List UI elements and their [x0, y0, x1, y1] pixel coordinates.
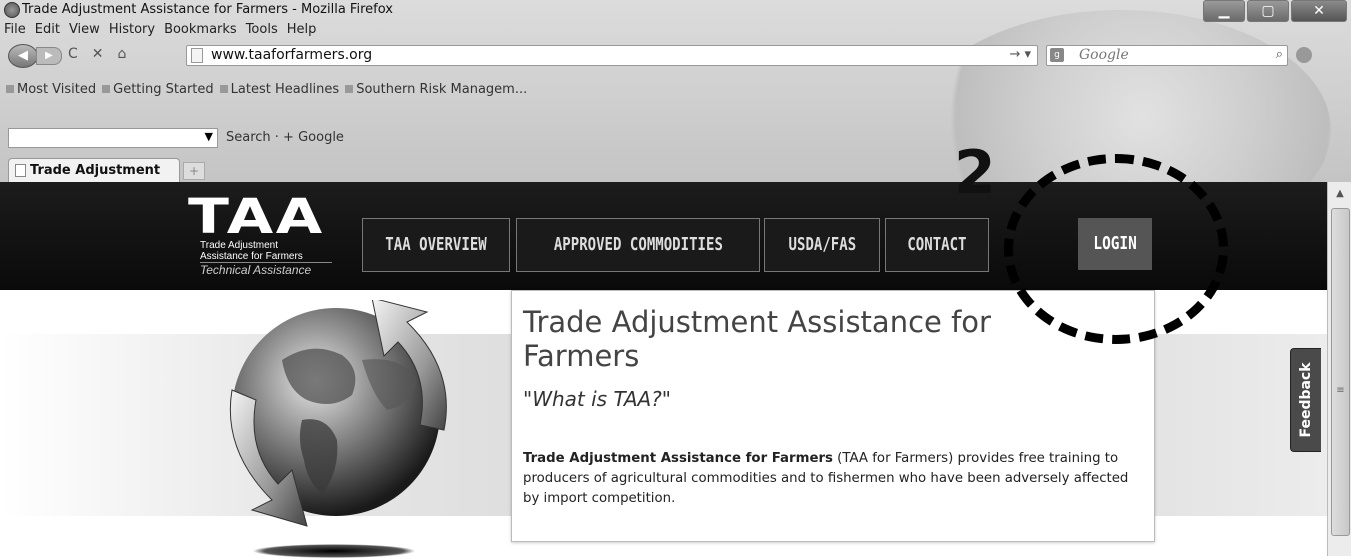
bookmarks-toolbar: Most Visited Getting Started Latest Head… — [6, 82, 527, 97]
menu-edit[interactable]: Edit — [35, 22, 60, 37]
search-icon[interactable]: ⌕ — [1276, 47, 1283, 62]
title-bar: Trade Adjustment Assistance for Farmers … — [0, 0, 1351, 22]
menu-view[interactable]: View — [69, 22, 100, 37]
toolbar-dropdown[interactable]: ▼ — [8, 128, 218, 148]
menu-bookmarks[interactable]: Bookmarks — [164, 22, 237, 37]
nav-icons: C ✕ ⌂ — [68, 46, 126, 62]
page-icon — [191, 48, 203, 63]
nav-contact[interactable]: CONTACT — [885, 218, 989, 272]
grip-icon: ≡ — [1336, 385, 1345, 396]
intro-paragraph: Trade Adjustment Assistance for Farmers … — [523, 449, 1139, 509]
bookmark-latest-headlines[interactable]: Latest Headlines — [219, 82, 339, 97]
menu-file[interactable]: File — [4, 22, 26, 37]
forward-icon[interactable]: ▶ — [36, 47, 62, 65]
dropdown-arrow-icon: ▼ — [204, 130, 213, 143]
addon-icon[interactable] — [1296, 47, 1312, 63]
url-bar[interactable]: www.taaforfarmers.org → ▾ — [186, 45, 1038, 66]
reload-icon[interactable]: C — [68, 46, 78, 62]
google-icon[interactable]: g — [1050, 48, 1064, 62]
page-subtitle: "What is TAA?" — [523, 387, 671, 411]
search-box[interactable]: g Google ⌕ — [1046, 45, 1288, 66]
new-tab-button[interactable]: + — [183, 162, 205, 180]
page-icon — [15, 164, 26, 177]
logo-line-2: Assistance for Farmers — [200, 251, 303, 262]
close-button[interactable]: ✕ — [1291, 0, 1347, 22]
annotation-number: 2 — [954, 138, 996, 208]
scroll-up-icon[interactable]: ▲ — [1328, 182, 1351, 206]
home-icon[interactable]: ⌂ — [118, 46, 127, 62]
logo-text: TAA — [188, 189, 325, 245]
bookmark-most-visited[interactable]: Most Visited — [6, 82, 96, 97]
bookmark-getting-started[interactable]: Getting Started — [102, 82, 214, 97]
logo-line-3: Technical Assistance — [200, 262, 332, 277]
scrollbar-thumb[interactable]: ≡ — [1331, 208, 1350, 536]
stop-icon[interactable]: ✕ — [92, 46, 104, 62]
nav-approved-commodities[interactable]: APPROVED COMMODITIES — [516, 218, 760, 272]
taa-logo[interactable]: TAA Trade Adjustment Assistance for Farm… — [188, 193, 338, 280]
menu-history[interactable]: History — [109, 22, 155, 37]
firefox-icon — [4, 2, 20, 18]
window-controls: ▁ ▢ ✕ — [1201, 0, 1347, 22]
toolbar-search-button[interactable]: Search · + Google — [226, 130, 344, 145]
menu-tools[interactable]: Tools — [246, 22, 278, 37]
page-scrollbar[interactable]: ▲ ≡ — [1327, 182, 1351, 556]
search-placeholder[interactable]: Google — [1079, 47, 1129, 63]
url-text[interactable]: www.taaforfarmers.org — [211, 47, 372, 63]
window-title: Trade Adjustment Assistance for Farmers … — [22, 2, 393, 17]
tab-active[interactable]: Trade Adjustment Assis... — [8, 158, 180, 182]
minimize-button[interactable]: ▁ — [1203, 0, 1245, 22]
navigation-toolbar: ◀ ▶ C ✕ ⌂ www.taaforfarmers.org → ▾ g Go… — [0, 43, 1351, 69]
back-icon[interactable]: ◀ — [8, 44, 38, 68]
bookmark-southern-risk[interactable]: Southern Risk Managem... — [345, 82, 527, 97]
menu-bar: File Edit View History Bookmarks Tools H… — [4, 22, 316, 37]
nav-taa-overview[interactable]: TAA OVERVIEW — [362, 218, 510, 272]
globe-icon — [229, 300, 447, 527]
page-title: Trade Adjustment Assistance for Farmers — [523, 305, 991, 373]
annotation-dashed-circle — [1004, 154, 1228, 344]
menu-help[interactable]: Help — [287, 22, 317, 37]
browser-chrome: Trade Adjustment Assistance for Farmers … — [0, 0, 1351, 182]
tab-label: Trade Adjustment Assis... — [30, 163, 161, 178]
maximize-button[interactable]: ▢ — [1247, 0, 1289, 22]
go-icon[interactable]: → ▾ — [1009, 47, 1031, 62]
intro-bold-text: Trade Adjustment Assistance for Farmers — [523, 451, 833, 466]
feedback-tab[interactable]: Feedback — [1290, 348, 1321, 452]
nav-usda-fas[interactable]: USDA/FAS — [764, 218, 880, 272]
